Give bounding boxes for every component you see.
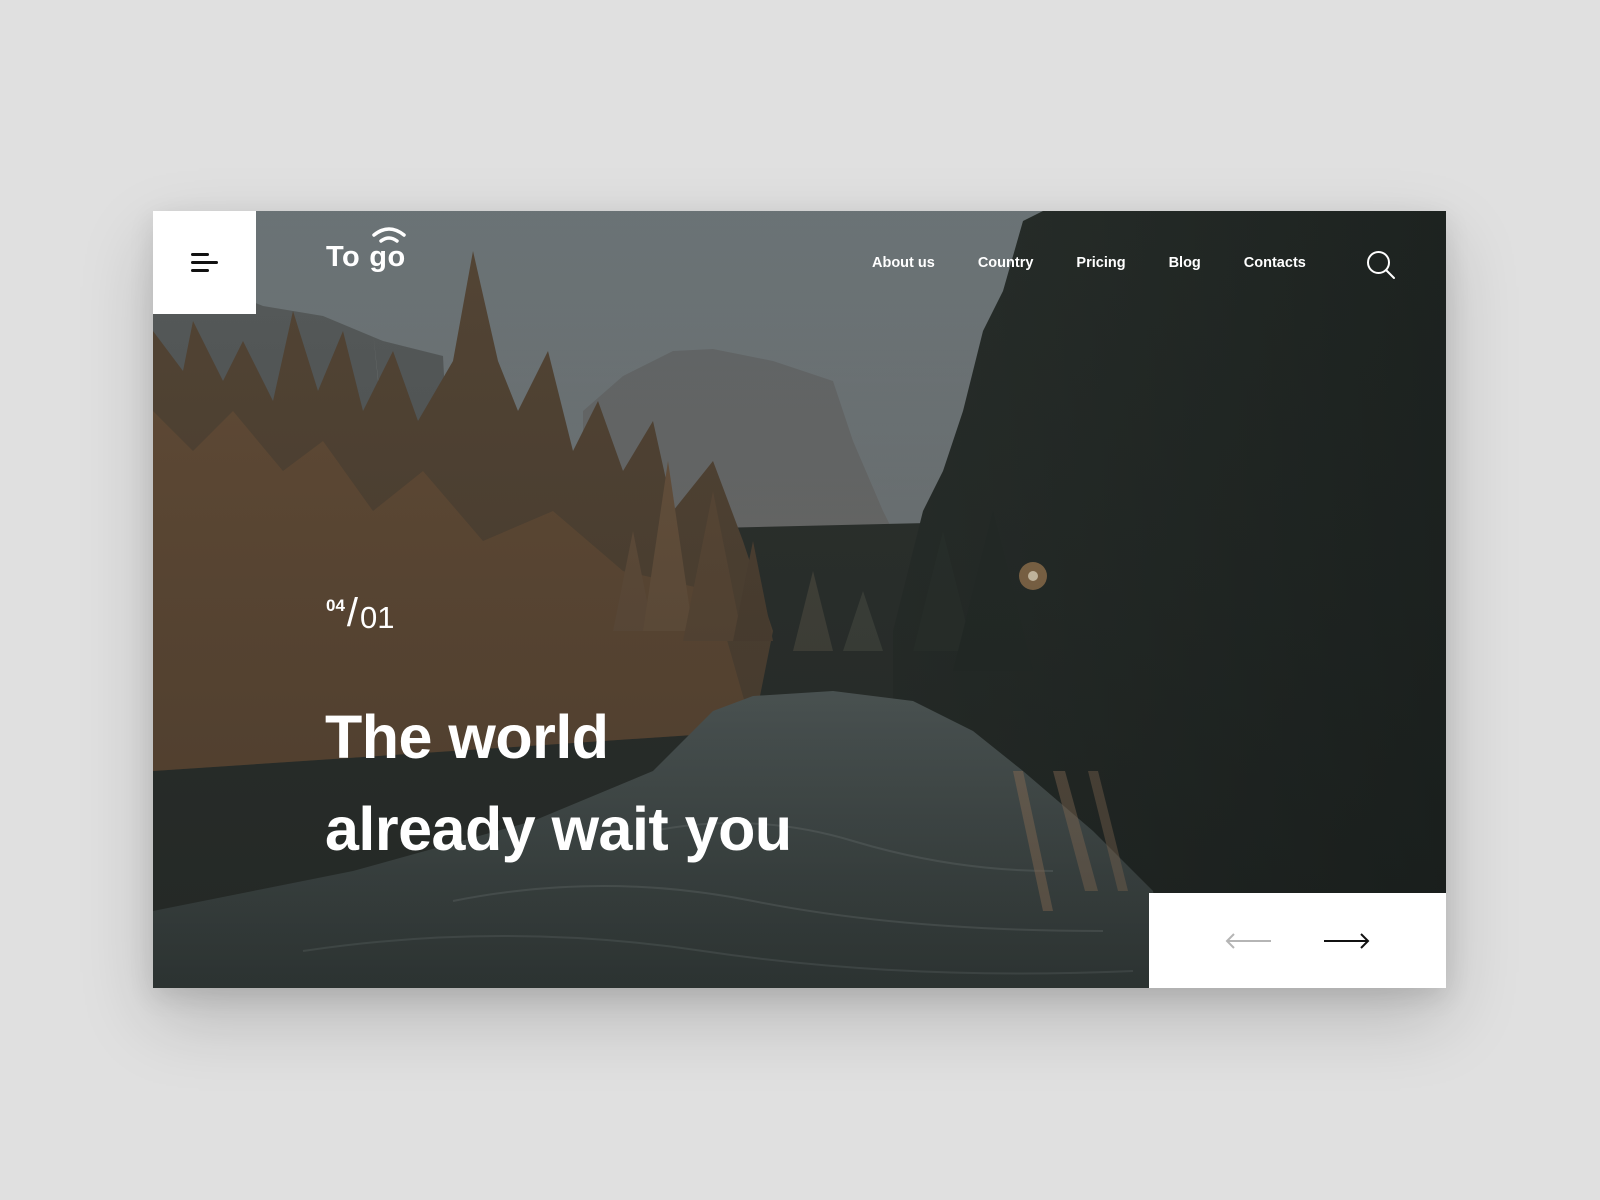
arrow-left-icon[interactable] (1223, 931, 1273, 951)
logo[interactable]: To go (326, 227, 407, 274)
nav-pricing[interactable]: Pricing (1076, 255, 1125, 271)
search-icon[interactable] (1366, 250, 1396, 280)
menu-button[interactable] (153, 211, 256, 314)
nav-about-us[interactable]: About us (872, 255, 935, 271)
logo-word-go: go (369, 241, 406, 273)
slide-separator: / (346, 591, 359, 635)
arrow-right-icon[interactable] (1322, 931, 1372, 951)
hero-card: To go About us Country Pricing Blog Cont… (153, 211, 1446, 988)
slide-counter: 04 / 01 (326, 591, 395, 638)
wifi-signal-icon (372, 227, 407, 243)
nav-blog[interactable]: Blog (1169, 255, 1201, 271)
slider-controls (1149, 893, 1446, 988)
nav-country[interactable]: Country (978, 255, 1034, 271)
slide-total: 04 (326, 596, 345, 615)
headline-line-2: already wait you (325, 795, 792, 863)
headline-line-1: The world (325, 703, 609, 771)
hamburger-menu-icon (190, 252, 219, 274)
slide-current: 01 (360, 600, 395, 635)
main-nav: About us Country Pricing Blog Contacts (872, 255, 1349, 271)
nav-contacts[interactable]: Contacts (1244, 255, 1306, 271)
hero-headline: The world already wait you (325, 691, 792, 875)
logo-word-to: To (326, 241, 361, 273)
